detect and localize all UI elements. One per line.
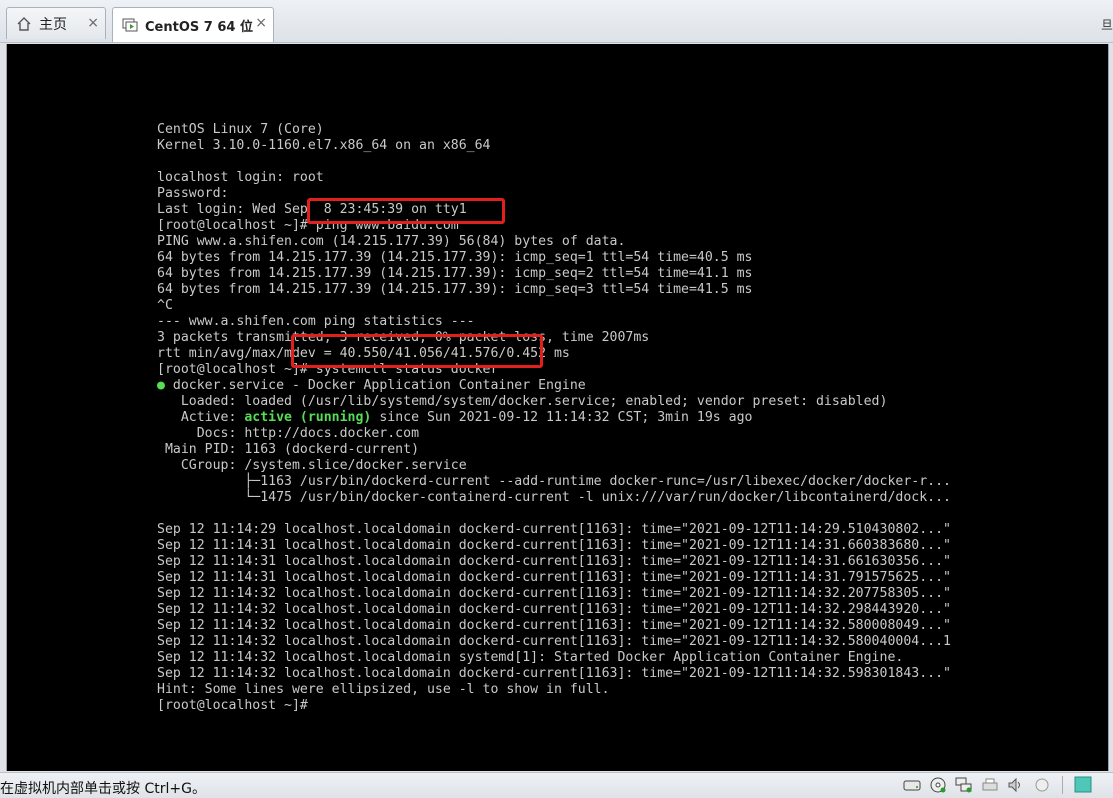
highlight-box-ping — [307, 198, 505, 224]
console-line: Sep 12 11:14:32 localhost.localdomain do… — [157, 602, 951, 617]
loaded-line: Loaded: loaded (/usr/lib/systemd/system/… — [157, 394, 888, 409]
console-line: ├─1163 /usr/bin/dockerd-current --add-ru… — [157, 474, 951, 489]
console-line: Sep 12 11:14:31 localhost.localdomain do… — [157, 570, 951, 585]
console-line: Sep 12 11:14:32 localhost.localdomain do… — [157, 634, 951, 649]
terminal-output: CentOS Linux 7 (Core) Kernel 3.10.0-1160.… — [157, 106, 977, 714]
sound-icon[interactable] — [1006, 776, 1026, 794]
console-line: [root@localhost ~]# systemctl status doc… — [157, 362, 499, 377]
console-line: Main PID: 1163 (dockerd-current) — [157, 442, 420, 457]
service-title: docker.service - Docker Application Cont… — [164, 378, 586, 393]
vm-console[interactable]: CentOS Linux 7 (Core) Kernel 3.10.0-1160.… — [6, 44, 1109, 771]
console-line: Sep 12 11:14:29 localhost.localdomain do… — [157, 522, 951, 537]
active-suffix: since Sun 2021-09-12 11:14:32 CST; 3min … — [371, 410, 753, 425]
hard-disk-icon[interactable] — [902, 776, 922, 794]
highlight-box-systemctl — [291, 334, 543, 368]
console-line: Hint: Some lines were ellipsized, use -l… — [157, 682, 610, 697]
tab-home-label: 主页 — [39, 16, 67, 33]
window-edge-glyph: 旦 — [1100, 18, 1113, 32]
tab-bar: 主页 × CentOS 7 64 位 × 旦 — [0, 0, 1113, 43]
console-line: Password: — [157, 186, 229, 201]
console-line: rtt min/avg/max/mdev = 40.550/41.056/41.… — [157, 346, 570, 361]
tab-centos-vm[interactable]: CentOS 7 64 位 × — [112, 7, 274, 42]
printer-icon[interactable] — [980, 776, 1000, 794]
home-icon — [15, 15, 33, 33]
console-line: Sep 12 11:14:32 localhost.localdomain do… — [157, 586, 951, 601]
status-bar: 在虚拟机内部单击或按 Ctrl+G。 — [0, 772, 1113, 798]
console-line: Sep 12 11:14:32 localhost.localdomain do… — [157, 666, 951, 681]
console-line: 64 bytes from 14.215.177.39 (14.215.177.… — [157, 250, 753, 265]
console-line: 64 bytes from 14.215.177.39 (14.215.177.… — [157, 282, 753, 297]
console-line: Sep 12 11:14:32 localhost.localdomain do… — [157, 618, 951, 633]
status-hint: 在虚拟机内部单击或按 Ctrl+G。 — [0, 781, 206, 797]
console-line: CentOS Linux 7 (Core) — [157, 122, 324, 137]
usb-icon[interactable] — [1032, 776, 1052, 794]
console-line: Sep 12 11:14:32 localhost.localdomain sy… — [157, 650, 904, 665]
console-line: └─1475 /usr/bin/docker-containerd-curren… — [157, 490, 951, 505]
console-line: Sep 12 11:14:31 localhost.localdomain do… — [157, 538, 951, 553]
console-line: PING www.a.shifen.com (14.215.177.39) 56… — [157, 234, 626, 249]
console-line: localhost login: root — [157, 170, 324, 185]
console-line: 3 packets transmitted, 3 received, 0% pa… — [157, 330, 650, 345]
message-icon[interactable] — [1073, 776, 1093, 794]
close-icon[interactable]: × — [255, 15, 267, 31]
tab-home[interactable]: 主页 × — [6, 7, 106, 39]
status-dot-icon: ● — [157, 378, 165, 393]
console-line: Kernel 3.10.0-1160.el7.x86_64 on an x86_… — [157, 138, 491, 153]
console-line: CGroup: /system.slice/docker.service — [157, 458, 467, 473]
close-icon[interactable]: × — [87, 15, 99, 31]
network-icon[interactable] — [954, 776, 974, 794]
console-line: ^C — [157, 298, 173, 313]
cd-dvd-icon[interactable] — [928, 776, 948, 794]
console-line: Docs: http://docs.docker.com — [157, 426, 420, 441]
vm-icon — [121, 16, 139, 34]
docker-service-line: ● docker.service - Docker Application Co… — [157, 378, 977, 394]
console-line: Last login: Wed Sep 8 23:45:39 on tty1 — [157, 202, 467, 217]
active-state: active (running) — [244, 410, 372, 425]
console-line: [root@localhost ~]# — [157, 698, 308, 713]
tray-separator — [1062, 776, 1063, 794]
console-line: Sep 12 11:14:31 localhost.localdomain do… — [157, 554, 951, 569]
console-line: --- www.a.shifen.com ping statistics --- — [157, 314, 475, 329]
active-prefix: Active: — [157, 410, 245, 425]
tab-vm-label: CentOS 7 64 位 — [145, 19, 253, 35]
console-line: [root@localhost ~]# ping www.baidu.com — [157, 218, 459, 233]
active-line: Active: active (running) since Sun 2021-… — [157, 410, 977, 426]
console-line: 64 bytes from 14.215.177.39 (14.215.177.… — [157, 266, 753, 281]
device-tray — [902, 776, 1093, 794]
